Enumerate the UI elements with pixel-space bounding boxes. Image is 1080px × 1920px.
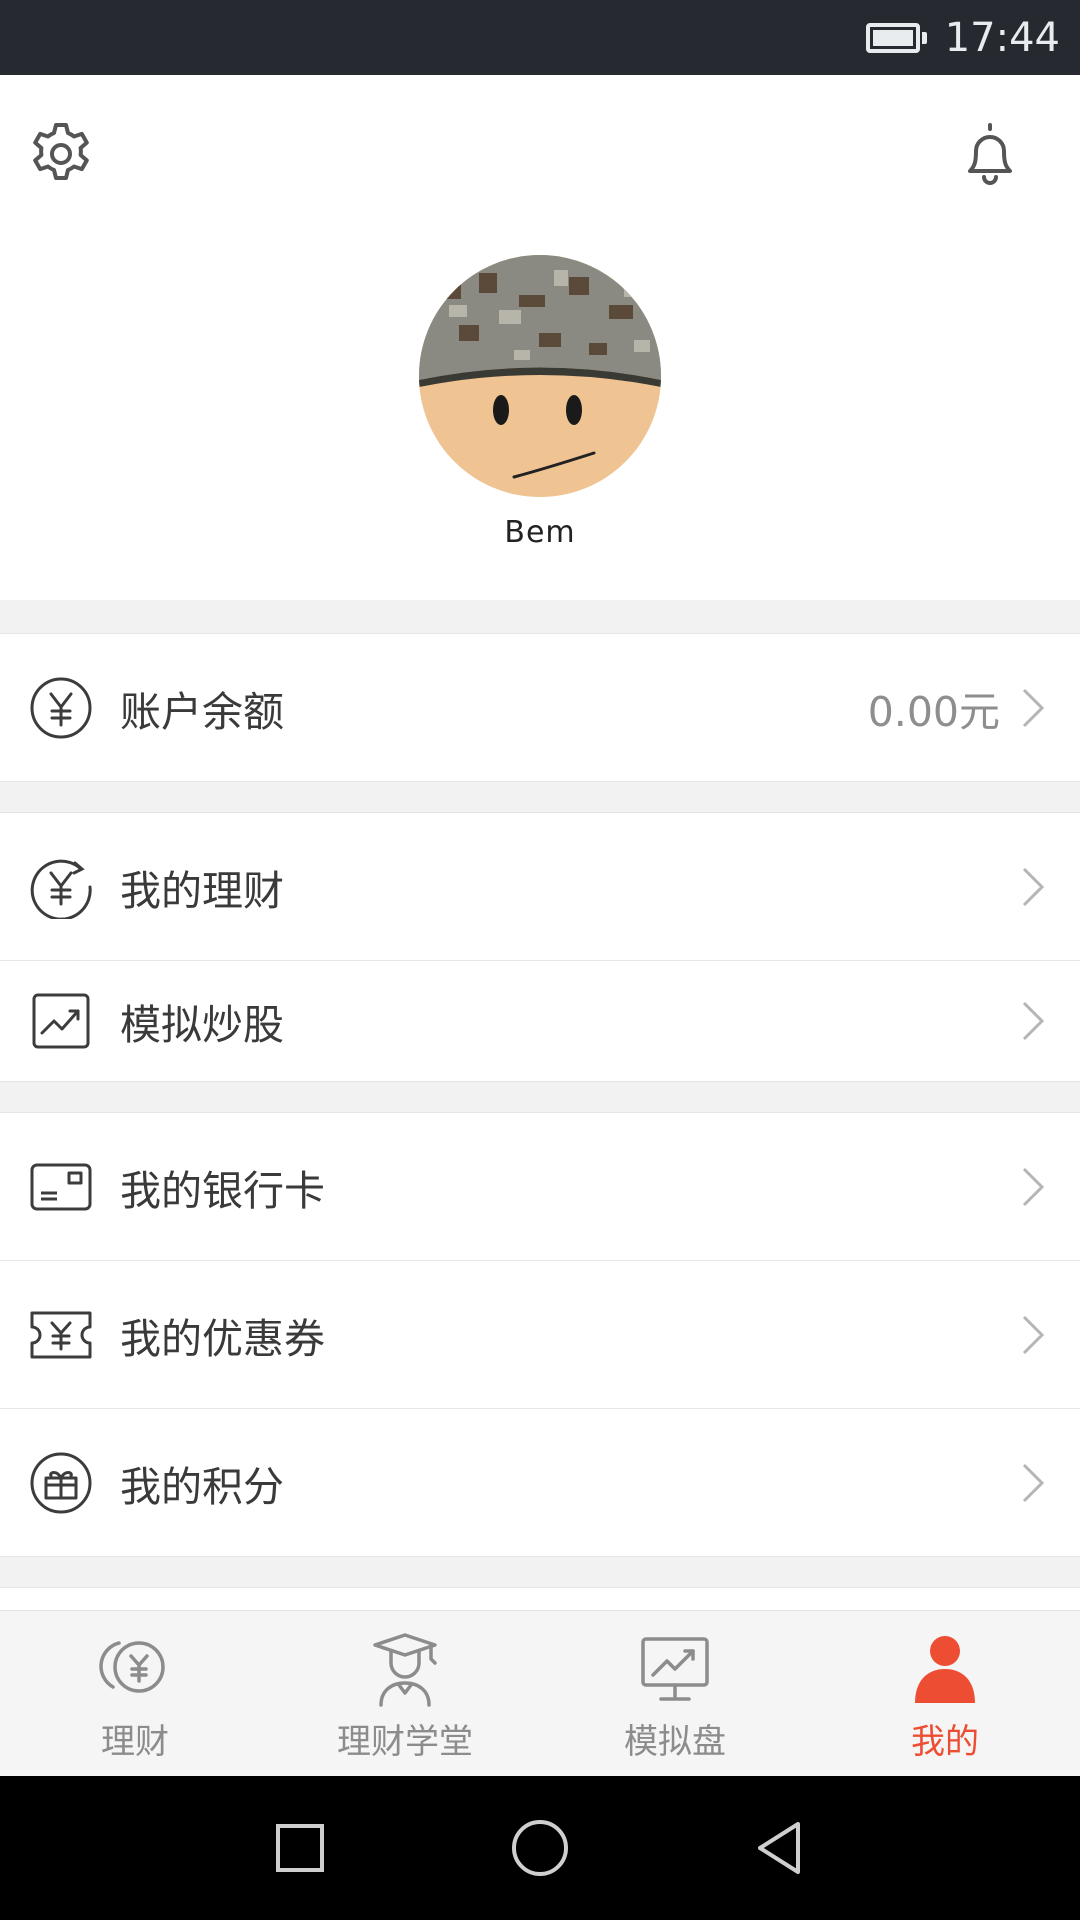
coupon-label: 我的优惠券	[120, 1314, 325, 1363]
gift-icon	[29, 1451, 93, 1515]
points-row[interactable]: 我的积分	[0, 1409, 1080, 1556]
back-icon[interactable]	[748, 1816, 812, 1880]
balance-value: 0.00元	[867, 687, 1000, 736]
chevron-right-icon	[1020, 1461, 1046, 1505]
yuan-refresh-icon	[29, 855, 93, 921]
simulated-stock-row[interactable]: 模拟炒股	[0, 961, 1080, 1081]
home-icon[interactable]	[508, 1816, 572, 1880]
tab-finance-school[interactable]: 理财学堂	[270, 1611, 540, 1777]
finance-coins-icon	[95, 1629, 175, 1709]
coupon-row[interactable]: 我的优惠券	[0, 1261, 1080, 1409]
tab-label: 我的	[911, 1722, 979, 1762]
bell-icon[interactable]	[955, 119, 1025, 189]
person-icon	[905, 1629, 985, 1709]
username: Bem	[504, 515, 576, 550]
profile-header: Bem	[0, 75, 1080, 600]
bank-card-icon	[29, 1155, 93, 1219]
graduate-icon	[365, 1629, 445, 1709]
gear-icon[interactable]	[26, 119, 96, 189]
simulated-stock-label: 模拟炒股	[120, 1001, 284, 1049]
bank-card-label: 我的银行卡	[120, 1166, 325, 1215]
tab-simulation[interactable]: 模拟盘	[540, 1611, 810, 1777]
tab-finance[interactable]: 理财	[0, 1611, 270, 1777]
status-bar: 17:44	[0, 0, 1080, 75]
yuan-circle-icon	[29, 676, 93, 740]
monitor-chart-icon	[635, 1629, 715, 1709]
chevron-right-icon	[1020, 1165, 1046, 1209]
tab-label: 理财学堂	[337, 1722, 473, 1762]
chevron-right-icon	[1020, 686, 1046, 730]
system-nav-bar	[0, 1776, 1080, 1920]
menu-group-finance: 我的理财 模拟炒股	[0, 812, 1080, 1082]
coupon-icon	[29, 1303, 93, 1367]
tab-label: 理财	[101, 1722, 169, 1762]
menu-group-account: 我的银行卡 我的优惠券 我的积分	[0, 1112, 1080, 1557]
points-label: 我的积分	[120, 1462, 284, 1511]
stock-chart-icon	[29, 989, 93, 1053]
bottom-tab-bar: 理财 理财学堂 模拟盘 我的	[0, 1610, 1080, 1777]
avatar[interactable]	[419, 255, 661, 497]
recent-apps-icon[interactable]	[268, 1816, 332, 1880]
balance-row[interactable]: 账户余额 0.00元	[0, 634, 1080, 781]
tab-mine[interactable]: 我的	[810, 1611, 1080, 1777]
bank-card-row[interactable]: 我的银行卡	[0, 1113, 1080, 1261]
battery-full-icon	[865, 22, 927, 53]
status-time: 17:44	[944, 14, 1060, 61]
balance-section: 账户余额 0.00元	[0, 633, 1080, 782]
my-finance-row[interactable]: 我的理财	[0, 813, 1080, 961]
chevron-right-icon	[1020, 865, 1046, 909]
balance-label: 账户余额	[120, 687, 284, 736]
chevron-right-icon	[1020, 999, 1046, 1043]
tab-label: 模拟盘	[624, 1722, 726, 1762]
next-section-edge	[0, 1587, 1080, 1612]
my-finance-label: 我的理财	[120, 866, 284, 915]
chevron-right-icon	[1020, 1313, 1046, 1357]
